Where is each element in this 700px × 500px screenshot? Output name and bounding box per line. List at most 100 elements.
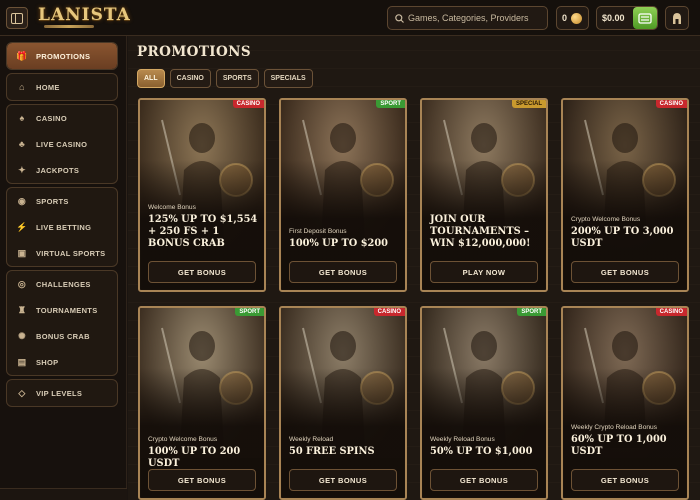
coin-count: 0 <box>562 13 568 23</box>
sidebar-item-label: CASINO <box>36 113 67 123</box>
sidebar-item-shop[interactable]: ▤ SHOP <box>7 349 117 375</box>
sidebar-item-home[interactable]: ⌂ HOME <box>7 74 117 100</box>
sidebar-group: ⌂ HOME <box>6 73 118 101</box>
get-bonus-button[interactable]: GET BONUS <box>430 469 538 491</box>
tournament-icon: ♜ <box>17 304 27 315</box>
promo-title: 100% UP TO $200 <box>289 238 388 249</box>
get-bonus-button[interactable]: GET BONUS <box>289 261 397 283</box>
profile-button[interactable] <box>665 6 689 30</box>
coin-balance[interactable]: 0 <box>556 6 589 30</box>
category-badge: SPORT <box>517 308 546 316</box>
live-casino-icon: ♣ <box>18 139 26 149</box>
promo-card[interactable]: CASINO Weekly Reload 50 FREE SPINS GET BONU… <box>279 306 407 500</box>
sidebar-item-sports[interactable]: ◉ SPORTS <box>7 188 117 214</box>
get-bonus-button[interactable]: GET BONUS <box>571 469 679 491</box>
sidebar-icon <box>11 12 23 24</box>
filter-all[interactable]: ALL <box>137 69 165 88</box>
sidebar-item-live-casino[interactable]: ♣ LIVE CASINO <box>7 131 117 157</box>
sidebar-item-bonus-crab[interactable]: ✺ BONUS CRAB <box>7 323 117 349</box>
get-bonus-button[interactable]: GET BONUS <box>289 469 397 491</box>
sidebar-item-challenges[interactable]: ◎ CHALLENGES <box>7 271 117 297</box>
virtual-sports-icon: ▣ <box>17 247 27 258</box>
category-badge: SPORT <box>235 308 264 316</box>
challenge-icon: ◎ <box>17 278 27 289</box>
promo-subtitle: First Deposit Bonus <box>289 228 347 235</box>
promo-card[interactable]: SPORT Crypto Welcome Bonus 100% UP TO 200 … <box>138 306 266 500</box>
promo-subtitle: Weekly Reload <box>289 436 334 443</box>
search-icon <box>395 13 404 23</box>
category-badge: CASINO <box>655 308 687 316</box>
sidebar-item-virtual-sports[interactable]: ▣ VIRTUAL SPORTS <box>7 240 117 266</box>
home-icon: ⌂ <box>19 82 25 92</box>
promo-title: 100% UP TO 200 USDT <box>148 446 241 469</box>
promo-title: JOIN OUR TOURNAMENTS – WIN $12,000,000! <box>430 214 531 249</box>
promo-card[interactable]: CASINO Weekly Crypto Reload Bonus 60% UP T… <box>561 306 689 500</box>
casino-icon: ♠ <box>19 113 25 123</box>
sidebar-item-jackpots[interactable]: ✦ JACKPOTS <box>7 157 117 183</box>
crab-icon: ✺ <box>18 330 26 341</box>
sidebar-group: ◉ SPORTS ⚡ LIVE BETTING ▣ VIRTUAL SPORTS <box>6 187 118 267</box>
promo-subtitle: Crypto Welcome Bonus <box>148 436 218 443</box>
sidebar: 🎁 PROMOTIONS ⌂ HOME ♠ CASINO ♣ LIVE CASINO ✦ JACK… <box>0 36 127 500</box>
filter-tabs: ALL CASINO SPORTS SPECIALS <box>137 69 313 88</box>
promo-title: 60% UP TO 1,000 USDT <box>571 434 667 457</box>
promo-card[interactable]: CASINO Welcome Bonus 125% UP TO $1,554 + 2… <box>138 98 266 292</box>
filter-sports[interactable]: SPORTS <box>215 69 259 88</box>
promo-card[interactable]: SPECIAL JOIN OUR TOURNAMENTS – WIN $12,00… <box>420 98 548 292</box>
sidebar-group: ◎ CHALLENGES ♜ TOURNAMENTS ✺ BONUS CRAB ▤ SHOP <box>6 270 118 376</box>
filter-specials[interactable]: SPECIALS <box>263 69 313 88</box>
promo-subtitle: Crypto Welcome Bonus <box>571 216 641 223</box>
sidebar-toggle-button[interactable] <box>6 7 28 29</box>
sidebar-item-vip-levels[interactable]: ◇ VIP LEVELS <box>7 380 117 406</box>
category-badge: SPECIAL <box>511 100 546 108</box>
logo[interactable]: LANISTA <box>38 5 131 25</box>
deposit-button[interactable] <box>633 7 657 29</box>
top-bar: LANISTA Games, Categories, Providers 0 $… <box>0 0 700 36</box>
promo-subtitle: Weekly Reload Bonus <box>430 436 495 443</box>
balance-amount: $0.00 <box>602 13 625 23</box>
sidebar-item-label: TOURNAMENTS <box>36 305 98 315</box>
page-title: PROMOTIONS <box>137 44 252 60</box>
sidebar-item-label: SPORTS <box>36 196 69 206</box>
promo-title: 50% UP TO $1,000 <box>430 446 533 457</box>
category-badge: CASINO <box>373 308 405 316</box>
coin-icon <box>571 12 583 24</box>
sidebar-item-live-betting[interactable]: ⚡ LIVE BETTING <box>7 214 117 240</box>
sidebar-item-label: JACKPOTS <box>36 165 80 175</box>
sidebar-group: ♠ CASINO ♣ LIVE CASINO ✦ JACKPOTS <box>6 104 118 184</box>
sidebar-item-label: VIP LEVELS <box>36 388 83 398</box>
helmet-icon <box>673 12 681 24</box>
search-input[interactable]: Games, Categories, Providers <box>387 6 548 30</box>
sidebar-item-label: BONUS CRAB <box>36 331 90 341</box>
promo-title: 200% UP TO 3,000 USDT <box>571 226 674 249</box>
category-badge: CASINO <box>232 100 264 108</box>
diamond-icon: ◇ <box>18 387 26 398</box>
wallet-icon <box>638 13 652 24</box>
play-now-button[interactable]: PLAY NOW <box>430 261 538 283</box>
get-bonus-button[interactable]: GET BONUS <box>148 469 256 491</box>
sidebar-item-promotions[interactable]: 🎁 PROMOTIONS <box>7 43 117 69</box>
promo-card[interactable]: SPORT First Deposit Bonus 100% UP TO $200 G… <box>279 98 407 292</box>
sports-ball-icon: ◉ <box>17 195 27 206</box>
category-badge: SPORT <box>376 100 405 108</box>
sidebar-item-label: LIVE CASINO <box>36 139 88 149</box>
sidebar-item-casino[interactable]: ♠ CASINO <box>7 105 117 131</box>
promo-title: 125% UP TO $1,554 + 250 FS + 1 BONUS CRA… <box>148 214 258 249</box>
logo-underline <box>44 25 94 28</box>
promo-card[interactable]: SPORT Weekly Reload Bonus 50% UP TO $1,000… <box>420 306 548 500</box>
main-content: PROMOTIONS ALL CASINO SPORTS SPECIALS CASIN… <box>128 36 700 500</box>
sidebar-item-label: CHALLENGES <box>36 279 91 289</box>
promo-card[interactable]: CASINO Crypto Welcome Bonus 200% UP TO 3,0… <box>561 98 689 292</box>
sidebar-item-label: LIVE BETTING <box>36 222 92 232</box>
sidebar-group: ◇ VIP LEVELS <box>6 379 118 407</box>
jackpot-icon: ✦ <box>18 164 26 175</box>
sidebar-group: 🎁 PROMOTIONS <box>6 42 118 70</box>
search-placeholder: Games, Categories, Providers <box>408 13 529 23</box>
get-bonus-button[interactable]: GET BONUS <box>571 261 679 283</box>
gift-icon: 🎁 <box>16 50 28 61</box>
filter-casino[interactable]: CASINO <box>169 69 211 88</box>
sidebar-item-tournaments[interactable]: ♜ TOURNAMENTS <box>7 297 117 323</box>
sidebar-item-label: VIRTUAL SPORTS <box>36 248 106 258</box>
get-bonus-button[interactable]: GET BONUS <box>148 261 256 283</box>
sidebar-item-label: PROMOTIONS <box>36 51 91 61</box>
